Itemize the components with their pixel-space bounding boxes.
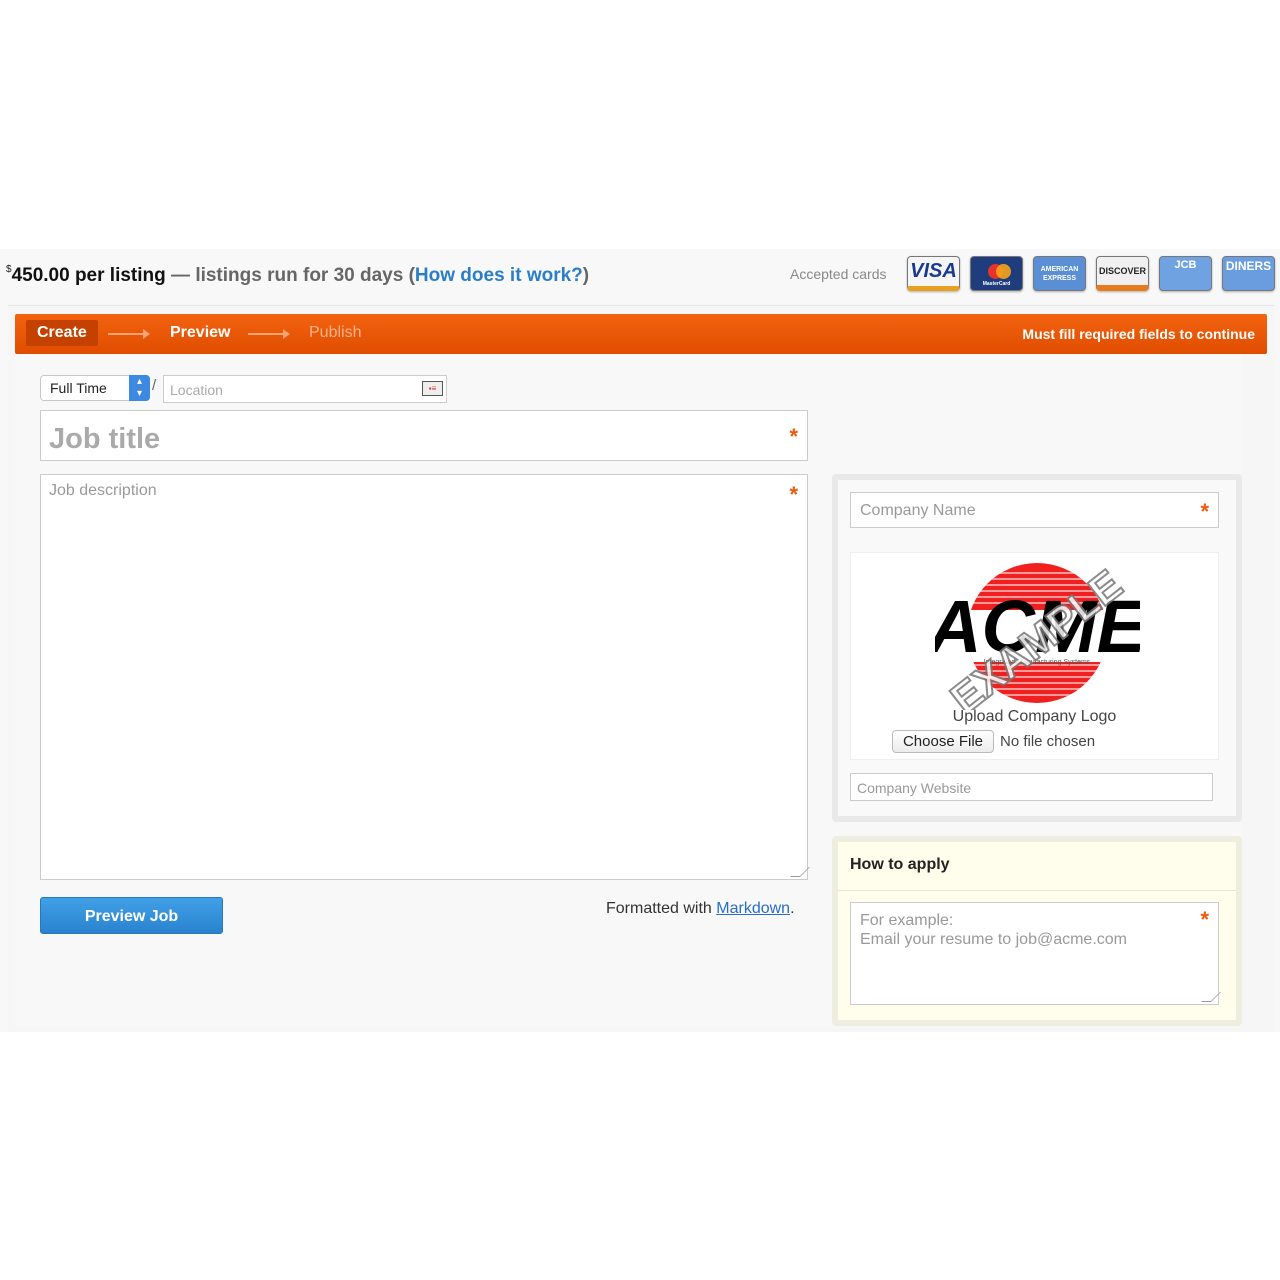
required-fields-message: Must fill required fields to continue bbox=[1022, 326, 1255, 342]
paren-open: ( bbox=[403, 265, 415, 286]
select-arrows-icon[interactable]: ▴ ▾ bbox=[129, 375, 150, 401]
company-panel: Company Name * ACME Integrated Manufactu… bbox=[832, 474, 1242, 822]
pricing-text: $450.00 per listing — listings run for 3… bbox=[6, 264, 589, 287]
markdown-note: Formatted with Markdown. bbox=[606, 900, 795, 918]
acme-logo-image: ACME Integrated Manufacturing Systems EX… bbox=[935, 560, 1140, 710]
required-asterisk: * bbox=[789, 482, 798, 507]
price-amount: 450.00 per listing bbox=[11, 265, 166, 286]
logo-upload-area: ACME Integrated Manufacturing Systems EX… bbox=[850, 552, 1219, 760]
formatted-with-text: Formatted with bbox=[606, 900, 717, 917]
how-does-it-work-link[interactable]: How does it work? bbox=[415, 265, 583, 286]
divider bbox=[838, 890, 1236, 891]
step-preview: Preview bbox=[170, 324, 231, 341]
company-name-placeholder: Company Name bbox=[860, 502, 976, 519]
company-website-input[interactable]: Company Website bbox=[850, 773, 1213, 801]
how-to-apply-textarea[interactable]: For example: Email your resume to job@ac… bbox=[850, 902, 1221, 1005]
diners-card-icon: DINERS bbox=[1222, 256, 1275, 291]
company-name-input[interactable]: Company Name * bbox=[850, 492, 1219, 528]
company-panel-inner: Company Name * ACME Integrated Manufactu… bbox=[838, 480, 1236, 816]
how-to-apply-inner: How to apply For example: Email your res… bbox=[838, 842, 1236, 1020]
jcb-card-icon: JCB bbox=[1159, 256, 1212, 291]
accepted-cards: VISA MasterCard AMERICAN EXPRESS DISCOVE… bbox=[907, 256, 1275, 291]
job-description-textarea[interactable]: Job description * bbox=[40, 474, 810, 880]
location-input[interactable]: Location ▪≡ bbox=[163, 375, 447, 403]
apply-placeholder-line2: Email your resume to job@acme.com bbox=[860, 931, 1127, 948]
posting-panel: Create Preview Publish Must fill require… bbox=[8, 305, 1274, 1032]
pricing-bar: $450.00 per listing — listings run for 3… bbox=[0, 249, 1280, 305]
how-to-apply-title: How to apply bbox=[850, 856, 950, 873]
job-type-select[interactable]: Full Time ▴ ▾ bbox=[40, 375, 150, 401]
contact-card-icon[interactable]: ▪≡ bbox=[422, 381, 443, 396]
upload-logo-label: Upload Company Logo bbox=[952, 708, 1117, 725]
choose-file-button[interactable]: Choose File bbox=[892, 730, 994, 753]
how-to-apply-panel: How to apply For example: Email your res… bbox=[832, 836, 1242, 1026]
visa-card-icon: VISA bbox=[907, 256, 960, 291]
resize-handle-icon[interactable] bbox=[1201, 992, 1221, 1002]
mastercard-card-icon: MasterCard bbox=[970, 256, 1023, 291]
job-title-input[interactable]: Job title * bbox=[40, 410, 808, 461]
mastercard-text: MasterCard bbox=[982, 281, 1011, 287]
step-arrow-icon bbox=[248, 329, 290, 339]
form-area: Full Time ▴ ▾ / Location ▪≡ Job title * J… bbox=[15, 354, 1242, 1026]
job-description-placeholder: Job description bbox=[49, 482, 157, 499]
paren-close: ) bbox=[582, 265, 590, 286]
accepted-cards-label: Accepted cards bbox=[790, 266, 887, 282]
required-asterisk: * bbox=[1200, 907, 1209, 932]
no-file-chosen-text: No file chosen bbox=[1000, 733, 1096, 750]
job-type-value: Full Time bbox=[50, 380, 107, 396]
price-separator: — bbox=[165, 265, 196, 286]
resize-handle-icon[interactable] bbox=[790, 867, 810, 877]
period: . bbox=[790, 900, 795, 917]
apply-placeholder-line1: For example: bbox=[860, 912, 954, 929]
step-arrow-icon bbox=[108, 329, 150, 339]
required-asterisk: * bbox=[1200, 499, 1209, 524]
progress-steps: Create Preview Publish Must fill require… bbox=[15, 314, 1267, 354]
required-asterisk: * bbox=[789, 424, 798, 449]
markdown-link[interactable]: Markdown bbox=[716, 900, 790, 917]
step-create: Create bbox=[26, 320, 98, 346]
discover-card-icon: DISCOVER bbox=[1096, 256, 1149, 291]
type-location-separator: / bbox=[152, 377, 157, 394]
company-website-placeholder: Company Website bbox=[857, 780, 972, 796]
preview-job-button[interactable]: Preview Job bbox=[40, 897, 223, 934]
step-publish: Publish bbox=[309, 324, 362, 341]
amex-card-icon: AMERICAN EXPRESS bbox=[1033, 256, 1086, 291]
location-placeholder: Location bbox=[170, 382, 223, 398]
job-title-placeholder: Job title bbox=[49, 423, 161, 455]
job-posting-page: $450.00 per listing — listings run for 3… bbox=[0, 249, 1280, 1032]
listing-duration: listings run for 30 days bbox=[195, 265, 404, 286]
